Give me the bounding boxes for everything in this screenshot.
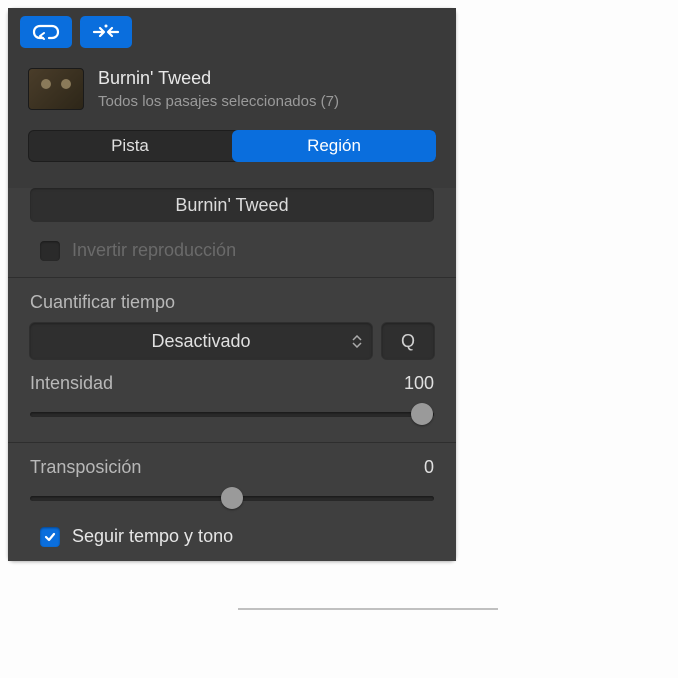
region-header: Burnin' Tweed Todos los pasajes seleccio… [8,56,456,118]
quantize-label: Cuantificar tiempo [30,292,434,313]
intensity-row: Intensidad 100 [30,373,434,426]
transpose-section: Transposición 0 [8,457,456,520]
intensity-label: Intensidad [30,373,113,394]
track-region-tabs[interactable]: Pista Región [28,130,436,162]
top-toolbar [8,8,456,56]
region-thumbnail [28,68,84,110]
region-subtitle: Todos los pasajes seleccionados (7) [98,93,339,110]
transpose-value: 0 [424,457,434,478]
inspector-panel: Burnin' Tweed Todos los pasajes seleccio… [8,8,456,561]
intensity-handle[interactable] [411,403,433,425]
region-name-field[interactable]: Burnin' Tweed [30,188,434,222]
contract-button[interactable] [80,16,132,48]
transpose-slider[interactable] [30,486,434,510]
quantize-section: Cuantificar tiempo Desactivado Q Intensi… [8,292,456,442]
callout-line [238,608,498,610]
reverse-label: Invertir reproducción [72,240,236,261]
divider [8,442,456,443]
tab-track[interactable]: Pista [28,130,232,162]
follow-checkbox[interactable] [40,527,60,547]
check-icon [43,530,57,544]
follow-label: Seguir tempo y tono [72,526,233,547]
transpose-label: Transposición [30,457,141,478]
inspector-content: Burnin' Tweed Invertir reproducción Cuan… [8,188,456,561]
reverse-row: Invertir reproducción [8,236,456,277]
quantize-apply-button[interactable]: Q [382,323,434,359]
divider [8,277,456,278]
loop-button[interactable] [20,16,72,48]
tab-region[interactable]: Región [232,130,436,162]
follow-row: Seguir tempo y tono [8,520,456,547]
region-title: Burnin' Tweed [98,68,339,89]
quantize-value: Desactivado [151,331,250,352]
transpose-handle[interactable] [221,487,243,509]
dropdown-arrows-icon [352,335,362,348]
contract-icon [92,23,120,41]
reverse-checkbox[interactable] [40,241,60,261]
intensity-value: 100 [404,373,434,394]
intensity-slider[interactable] [30,402,434,426]
quantize-dropdown[interactable]: Desactivado [30,323,372,359]
loop-icon [31,24,61,40]
